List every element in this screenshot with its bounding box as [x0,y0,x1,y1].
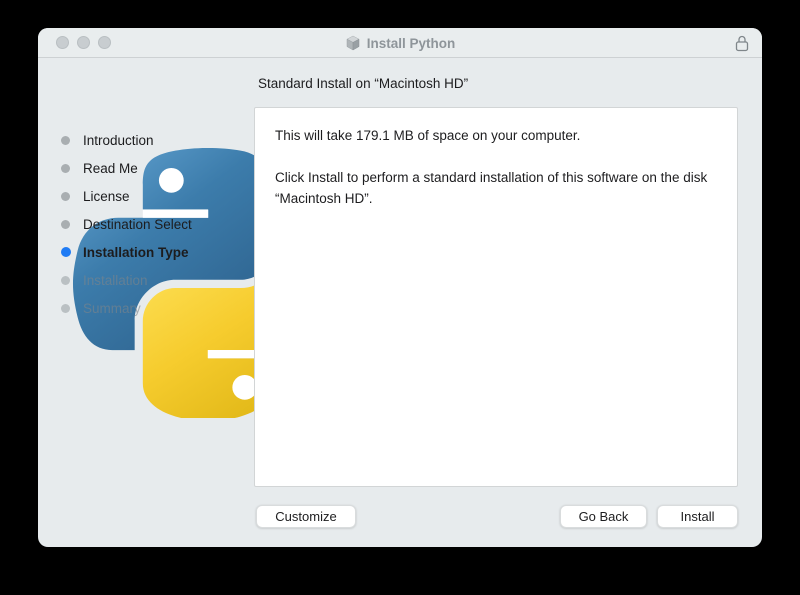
step-bullet [61,164,70,173]
step-license: License [61,182,192,210]
step-installation-type: Installation Type [61,238,192,266]
step-read-me: Read Me [61,154,192,182]
step-bullet [61,192,70,201]
install-instructions-text: Click Install to perform a standard inst… [275,167,717,209]
minimize-button[interactable] [77,36,90,49]
step-bullet [61,136,70,145]
step-bullet [61,220,70,229]
step-bullet-active [61,247,71,257]
zoom-button[interactable] [98,36,111,49]
page-title: Standard Install on “Macintosh HD” [258,76,468,91]
space-required-text: This will take 179.1 MB of space on your… [275,125,717,146]
go-back-button[interactable]: Go Back [560,505,647,528]
step-destination-select: Destination Select [61,210,192,238]
install-button[interactable]: Install [657,505,738,528]
customize-button[interactable]: Customize [256,505,356,528]
traffic-lights [56,36,111,49]
window-title: Install Python [367,36,456,51]
content-panel: This will take 179.1 MB of space on your… [254,107,738,487]
titlebar: Install Python [38,28,762,58]
lock-icon[interactable] [735,35,749,57]
step-summary: Summary [61,294,192,322]
close-button[interactable] [56,36,69,49]
step-installation: Installation [61,266,192,294]
step-bullet [61,304,70,313]
package-icon [345,35,361,51]
step-bullet [61,276,70,285]
step-introduction: Introduction [61,126,192,154]
installer-window: Install Python Standard Install on “Maci… [38,28,762,547]
installer-steps: Introduction Read Me License Destination… [61,126,192,322]
